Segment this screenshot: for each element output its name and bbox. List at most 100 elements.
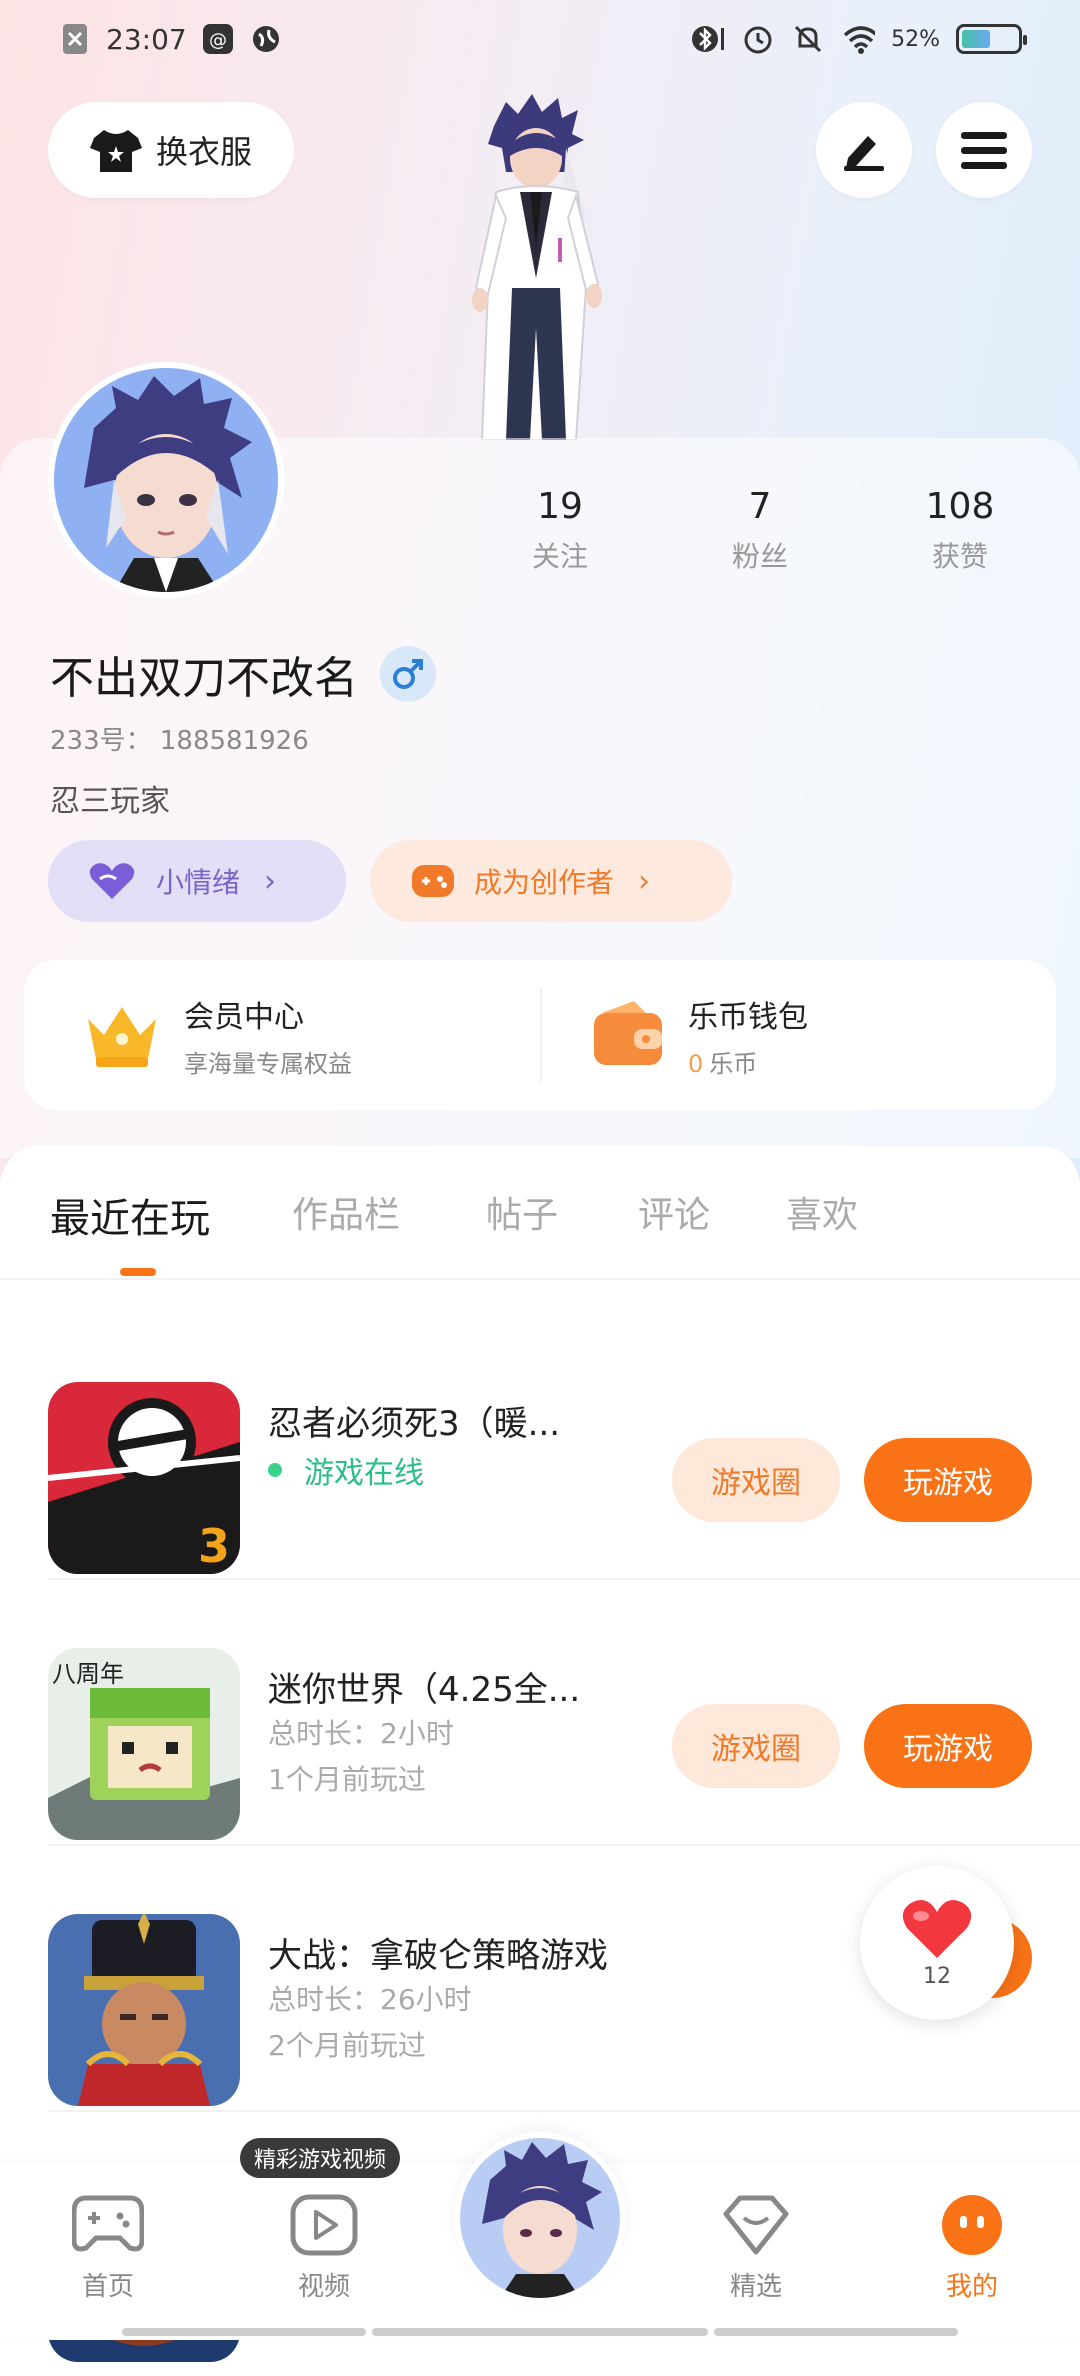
wallet-icon <box>594 1001 662 1065</box>
username-text: 不出双刀不改名 <box>50 653 358 704</box>
hamburger-menu-icon <box>961 132 1007 169</box>
member-center-title: 会员中心 <box>184 999 304 1035</box>
game-controller-icon <box>412 865 454 897</box>
tab-recently-played[interactable]: 最近在玩 <box>50 1186 210 1244</box>
svg-text:3: 3 <box>198 1519 230 1573</box>
at-app-icon: @ <box>201 22 235 56</box>
user-bio: 忍三玩家 <box>50 784 170 819</box>
profile-stats: 19 关注 7 粉丝 108 获赞 <box>480 486 1040 575</box>
tab-posts[interactable]: 帖子 <box>486 1186 558 1238</box>
online-status: 游戏在线 <box>268 1448 424 1492</box>
nav-featured-label: 精选 <box>729 2272 782 2302</box>
heart-box-icon <box>723 2195 789 2255</box>
nav-home-label: 首页 <box>81 2272 134 2302</box>
nav-video-label: 视频 <box>297 2272 350 2302</box>
nav-home[interactable]: 首页 <box>38 2194 178 2303</box>
tab-likes[interactable]: 喜欢 <box>786 1186 858 1238</box>
game-row[interactable]: 八周年 迷你世界（4.25全... 总时长：2小时 1个月前玩过 游戏圈 玩游戏 <box>48 1578 1080 1846</box>
stat-label: 获赞 <box>931 540 988 573</box>
game-row[interactable]: 3 忍者必须死3（暖... 游戏在线 游戏圈 玩游戏 <box>48 1312 1080 1580</box>
active-tab-indicator <box>120 1268 156 1276</box>
smile-face-icon <box>942 2195 1002 2255</box>
stat-label: 粉丝 <box>731 540 788 573</box>
home-indicator <box>714 2328 958 2336</box>
bluetooth-icon <box>691 22 725 56</box>
member-wallet-card: 会员中心 享海量专属权益 乐币钱包 0 乐币 <box>24 960 1056 1110</box>
game-icon-napoleon[interactable] <box>48 1914 240 2106</box>
wallet-unit: 乐币 <box>709 1049 758 1078</box>
status-time: 23:07 <box>106 22 187 56</box>
play-game-button[interactable]: 玩游戏 <box>864 1704 1032 1788</box>
heart-icon <box>89 863 135 899</box>
stat-following[interactable]: 19 关注 <box>480 486 640 575</box>
mood-button[interactable]: 小情绪 › <box>48 840 346 922</box>
become-creator-button[interactable]: 成为创作者 › <box>370 840 732 922</box>
game-icon-mini-world[interactable]: 八周年 <box>48 1648 240 1840</box>
user-id[interactable]: 233号： 188581926 <box>50 720 309 757</box>
profile-avatar[interactable] <box>48 362 284 598</box>
game-last-played: 1个月前玩过 <box>268 1763 426 1796</box>
wifi-icon <box>841 22 876 56</box>
play-game-button[interactable]: 玩游戏 <box>864 1438 1032 1522</box>
online-status-text: 游戏在线 <box>304 1456 424 1491</box>
nav-mine-label: 我的 <box>945 2272 998 2302</box>
globe-app-icon <box>249 22 283 56</box>
game-icon-ninja[interactable]: 3 <box>48 1382 240 1574</box>
battery-percent: 52% <box>891 26 940 52</box>
edit-profile-button[interactable] <box>816 102 912 198</box>
game-last-played: 2个月前玩过 <box>268 2029 426 2062</box>
video-tooltip[interactable]: 精彩游戏视频 <box>240 2138 401 2178</box>
chevron-right-icon: › <box>264 863 277 899</box>
heart-icon <box>902 1899 972 1958</box>
change-outfit-button[interactable]: 换衣服 <box>48 102 294 198</box>
game-circle-button[interactable]: 游戏圈 <box>672 1438 840 1522</box>
floating-like-button[interactable]: 12 <box>860 1866 1014 2020</box>
alarm-icon <box>741 22 775 56</box>
tab-works[interactable]: 作品栏 <box>292 1186 400 1238</box>
menu-button[interactable] <box>936 102 1032 198</box>
home-indicator <box>372 2328 708 2336</box>
game-title: 忍者必须死3（暖... <box>268 1404 561 1444</box>
nav-video[interactable]: 视频 <box>254 2194 394 2303</box>
svg-text:八周年: 八周年 <box>52 1660 124 1688</box>
nav-mine[interactable]: 我的 <box>902 2194 1042 2303</box>
member-center-entry[interactable]: 会员中心 享海量专属权益 <box>82 960 352 1110</box>
game-circle-button[interactable]: 游戏圈 <box>672 1704 840 1788</box>
divider <box>540 988 542 1082</box>
member-center-subtitle: 享海量专属权益 <box>184 1049 352 1078</box>
wallet-amount: 0 <box>688 1049 704 1078</box>
become-creator-label: 成为创作者 <box>474 866 615 899</box>
male-gender-icon <box>380 646 436 702</box>
stat-value: 7 <box>748 486 772 527</box>
stat-value: 108 <box>925 486 995 527</box>
nav-featured[interactable]: 精选 <box>686 2194 826 2303</box>
battery-icon <box>956 24 1027 54</box>
play-icon <box>290 2194 358 2256</box>
tshirt-icon <box>89 130 142 172</box>
game-title: 大战：拿破仑策略游戏 <box>268 1936 608 1976</box>
wallet-title: 乐币钱包 <box>688 999 808 1035</box>
stat-likes[interactable]: 108 获赞 <box>880 486 1040 575</box>
content-tabs: 最近在玩 作品栏 帖子 评论 喜欢 <box>0 1146 1080 1280</box>
avatar-3d-character[interactable] <box>436 88 636 441</box>
stat-label: 关注 <box>531 540 588 573</box>
chevron-right-icon: › <box>638 863 651 899</box>
gamepad-icon <box>71 2195 145 2252</box>
wallet-entry[interactable]: 乐币钱包 0 乐币 <box>590 960 808 1110</box>
like-count: 12 <box>923 1963 951 1989</box>
mute-icon <box>791 22 825 56</box>
close-notification-icon <box>58 22 92 56</box>
online-dot-icon <box>268 1463 282 1477</box>
username: 不出双刀不改名 <box>50 642 436 706</box>
nav-center-avatar[interactable] <box>454 2132 626 2304</box>
game-title: 迷你世界（4.25全... <box>268 1670 581 1710</box>
change-outfit-label: 换衣服 <box>155 133 252 171</box>
stat-value: 19 <box>537 486 583 527</box>
stat-followers[interactable]: 7 粉丝 <box>680 486 840 575</box>
tab-comments[interactable]: 评论 <box>638 1186 710 1238</box>
svg-text:@: @ <box>209 30 227 51</box>
status-bar: 23:07 @ 52% <box>0 0 1080 84</box>
game-duration: 总时长：26小时 <box>268 1983 472 2016</box>
pen-icon <box>844 136 884 171</box>
mood-label: 小情绪 <box>156 866 241 899</box>
